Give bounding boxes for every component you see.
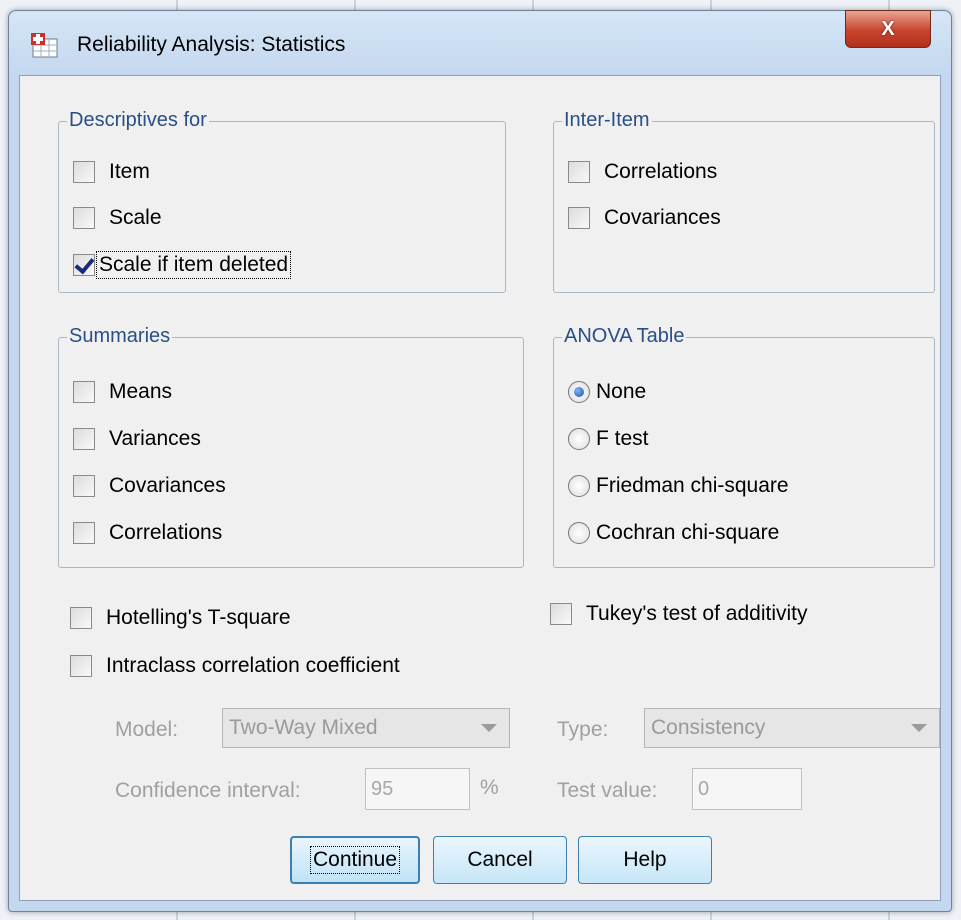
model-label: Model: xyxy=(115,718,179,741)
hotelling-checkbox[interactable]: Hotelling's T-square xyxy=(70,606,291,630)
type-label: Type: xyxy=(557,718,609,741)
help-button[interactable]: Help xyxy=(578,836,712,884)
variances-label: Variances xyxy=(109,427,201,450)
inter-item-correlations-box[interactable] xyxy=(568,161,590,183)
tukey-label: Tukey's test of additivity xyxy=(586,602,808,625)
hotelling-checkbox-box[interactable] xyxy=(70,607,92,629)
summaries-covariances-box[interactable] xyxy=(73,475,95,497)
statistics-dialog: Reliability Analysis: Statistics X Descr… xyxy=(8,10,952,912)
summaries-correlations-label: Correlations xyxy=(109,521,223,544)
type-dropdown[interactable]: Consistency xyxy=(644,708,940,748)
title-bar[interactable]: Reliability Analysis: Statistics X xyxy=(9,10,951,75)
tukey-checkbox[interactable]: Tukey's test of additivity xyxy=(550,602,807,626)
anova-f-test-label: F test xyxy=(596,427,649,450)
anova-none-radio-button[interactable] xyxy=(568,381,590,403)
item-checkbox-box[interactable] xyxy=(73,161,95,183)
model-dropdown[interactable]: Two-Way Mixed xyxy=(222,708,510,748)
percent-unit: % xyxy=(480,776,499,799)
dialog-client-area: Descriptives for Item Scale Scale if ite… xyxy=(19,75,941,901)
summaries-correlations-checkbox[interactable]: Correlations xyxy=(73,521,222,545)
inter-item-correlations-checkbox[interactable]: Correlations xyxy=(568,160,717,184)
inter-item-legend: Inter-Item xyxy=(562,109,652,132)
anova-friedman-label: Friedman chi-square xyxy=(596,474,789,497)
intraclass-label: Intraclass correlation coefficient xyxy=(106,654,400,677)
anova-friedman-radio-button[interactable] xyxy=(568,475,590,497)
scale-checkbox[interactable]: Scale xyxy=(73,206,162,230)
scale-if-item-deleted-label: Scale if item deleted xyxy=(95,251,292,279)
inter-item-covariances-label: Covariances xyxy=(604,206,721,229)
anova-table-group: ANOVA Table None F test Friedman chi-squ… xyxy=(553,325,935,568)
continue-label: Continue xyxy=(309,846,401,874)
inter-item-covariances-checkbox[interactable]: Covariances xyxy=(568,206,721,230)
help-label: Help xyxy=(623,848,667,871)
close-button[interactable]: X xyxy=(845,10,931,48)
scale-if-item-deleted-checkbox[interactable]: Scale if item deleted xyxy=(73,251,292,279)
test-value-label: Test value: xyxy=(557,779,658,802)
test-value-value: 0 xyxy=(698,777,710,800)
means-checkbox[interactable]: Means xyxy=(73,380,172,404)
confidence-interval-input[interactable]: 95 xyxy=(365,768,470,810)
model-value: Two-Way Mixed xyxy=(229,716,378,739)
inter-item-covariances-box[interactable] xyxy=(568,207,590,229)
means-label: Means xyxy=(109,380,173,403)
cancel-label: Cancel xyxy=(467,848,533,871)
spss-app-icon xyxy=(31,33,58,58)
variances-checkbox[interactable]: Variances xyxy=(73,427,201,451)
anova-cochran-radio[interactable]: Cochran chi-square xyxy=(568,521,779,545)
scale-checkbox-label: Scale xyxy=(109,206,162,229)
confidence-interval-label: Confidence interval: xyxy=(115,779,301,802)
anova-f-test-radio-button[interactable] xyxy=(568,428,590,450)
scale-if-item-deleted-checkbox-box[interactable] xyxy=(73,254,95,276)
anova-none-radio[interactable]: None xyxy=(568,380,646,404)
item-checkbox-label: Item xyxy=(109,160,150,183)
summaries-legend: Summaries xyxy=(67,325,173,348)
anova-friedman-radio[interactable]: Friedman chi-square xyxy=(568,474,789,498)
type-value: Consistency xyxy=(651,716,766,739)
means-checkbox-box[interactable] xyxy=(73,381,95,403)
descriptives-legend: Descriptives for xyxy=(67,109,209,132)
confidence-interval-value: 95 xyxy=(371,777,394,800)
descriptives-group: Descriptives for Item Scale Scale if ite… xyxy=(58,109,506,293)
anova-legend: ANOVA Table xyxy=(562,325,687,348)
cancel-button[interactable]: Cancel xyxy=(433,836,567,884)
item-checkbox[interactable]: Item xyxy=(73,160,150,184)
anova-none-label: None xyxy=(596,380,647,403)
intraclass-checkbox-box[interactable] xyxy=(70,655,92,677)
test-value-input[interactable]: 0 xyxy=(692,768,802,810)
chevron-down-icon xyxy=(911,724,927,732)
inter-item-group: Inter-Item Correlations Covariances xyxy=(553,109,935,293)
tukey-checkbox-box[interactable] xyxy=(550,603,572,625)
inter-item-correlations-label: Correlations xyxy=(604,160,718,183)
summaries-correlations-box[interactable] xyxy=(73,522,95,544)
hotelling-label: Hotelling's T-square xyxy=(106,606,291,629)
dialog-title: Reliability Analysis: Statistics xyxy=(77,33,346,56)
anova-cochran-radio-button[interactable] xyxy=(568,522,590,544)
anova-cochran-label: Cochran chi-square xyxy=(596,521,780,544)
summaries-covariances-label: Covariances xyxy=(109,474,226,497)
close-icon: X xyxy=(881,17,895,40)
scale-checkbox-box[interactable] xyxy=(73,207,95,229)
intraclass-checkbox[interactable]: Intraclass correlation coefficient xyxy=(70,654,400,678)
summaries-group: Summaries Means Variances Covariances Co… xyxy=(58,325,524,568)
chevron-down-icon xyxy=(481,724,497,732)
variances-checkbox-box[interactable] xyxy=(73,428,95,450)
continue-button[interactable]: Continue xyxy=(290,836,420,884)
summaries-covariances-checkbox[interactable]: Covariances xyxy=(73,474,226,498)
anova-f-test-radio[interactable]: F test xyxy=(568,427,649,451)
